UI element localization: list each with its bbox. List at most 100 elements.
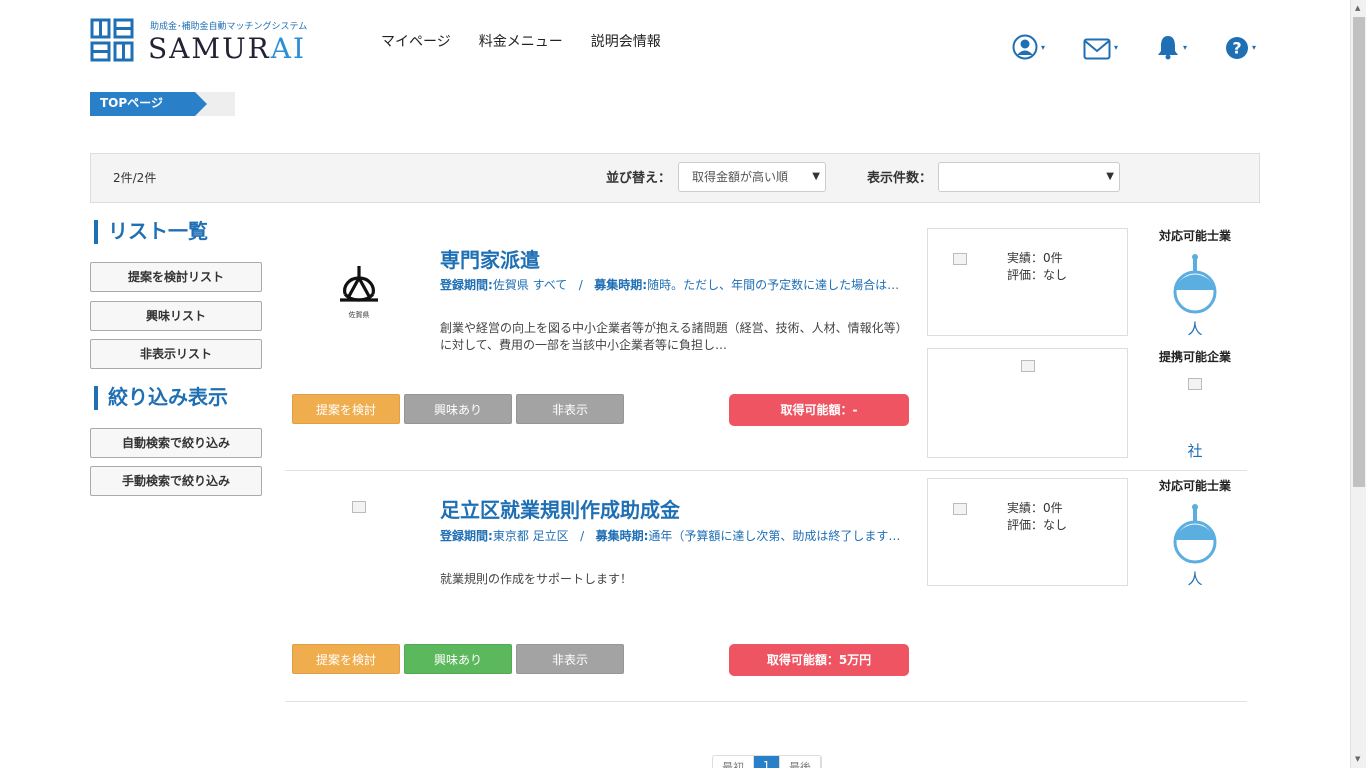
logo-caption: 佐賀県 xyxy=(348,311,370,319)
recruit-label: 募集時期: xyxy=(595,529,649,543)
broken-image-icon xyxy=(953,503,967,515)
user-icon xyxy=(1012,34,1038,60)
period-value: 東京都 足立区 xyxy=(492,529,569,543)
logo-subtitle: 助成金･補助金自動マッチングシステム xyxy=(150,22,308,32)
page-last[interactable]: 最後 xyxy=(780,756,821,768)
grant-description: 創業や経営の向上を図る中小企業者等が抱える諸問題（経営、技術、人材、情報化等）に… xyxy=(440,321,908,352)
interest-button[interactable]: 興味あり xyxy=(404,644,512,674)
logo-mark-icon xyxy=(90,18,134,62)
per-page-select[interactable]: ▼ xyxy=(938,162,1120,192)
nav-pricing[interactable]: 料金メニュー xyxy=(479,31,563,51)
scrollbar-thumb[interactable] xyxy=(1353,17,1365,487)
notification-menu[interactable]: ▾ xyxy=(1156,30,1187,60)
sort-select[interactable]: 取得金額が高い順 ▼ xyxy=(678,162,826,192)
grant-meta: 登録期間:佐賀県 すべて / 募集時期:随時。ただし、年間の予定数に達した場合は… xyxy=(440,277,910,294)
hide-button[interactable]: 非表示 xyxy=(516,644,624,674)
page-current[interactable]: 1 xyxy=(754,756,780,768)
support-experts-unit: 人 xyxy=(1187,320,1203,338)
logo-wordmark-b: AI xyxy=(270,32,307,65)
sort-label: 並び替え： xyxy=(606,171,672,186)
available-amount: 取得可能額：5万円 xyxy=(729,644,909,676)
flask-icon xyxy=(1173,504,1217,564)
vertical-scrollbar[interactable]: ▲ ▼ xyxy=(1350,0,1366,768)
svg-text:?: ? xyxy=(1232,39,1241,58)
logo-wordmark-a: SAMUR xyxy=(148,32,271,65)
support-experts-label: 対応可能士業 xyxy=(1158,479,1231,493)
mail-menu[interactable]: ▾ xyxy=(1083,30,1118,60)
question-icon: ? xyxy=(1226,37,1249,59)
page: 助成金･補助金自動マッチングシステム SAMURAI マイページ 料金メニュー … xyxy=(0,0,1366,768)
stat-results: 実績：0件 xyxy=(1007,501,1063,515)
hide-button[interactable]: 非表示 xyxy=(516,394,624,424)
grant-card: 足立区就業規則作成助成金 登録期間:東京都 足立区 / 募集時期:通年（予算額に… xyxy=(285,471,1247,702)
stat-results: 実績：0件 xyxy=(1007,251,1063,265)
scroll-up-icon[interactable]: ▲ xyxy=(1355,4,1360,12)
page-first[interactable]: 最初 xyxy=(713,756,754,768)
nav-seminar[interactable]: 説明会情報 xyxy=(591,31,661,51)
expert-stats-box: 実績：0件 評価：なし xyxy=(927,478,1128,586)
broken-image-icon xyxy=(352,501,366,513)
filter-bar: 2件/2件 並び替え： 取得金額が高い順 ▼ 表示件数： ▼ xyxy=(90,153,1260,203)
support-experts-label: 対応可能士業 xyxy=(1158,229,1231,243)
grant-card: 佐賀県 専門家派遣 登録期間:佐賀県 すべて / 募集時期:随時。ただし、年間の… xyxy=(285,220,1247,471)
filter-heading: 絞り込み表示 xyxy=(94,386,228,410)
interest-list-button[interactable]: 興味リスト xyxy=(90,301,262,331)
recruit-label: 募集時期: xyxy=(594,278,648,292)
available-amount: 取得可能額：- xyxy=(729,394,909,426)
expert-stats-box: 実績：0件 評価：なし xyxy=(927,228,1128,336)
scroll-down-icon[interactable]: ▼ xyxy=(1355,755,1360,763)
consider-list-button[interactable]: 提案を検討リスト xyxy=(90,262,262,292)
per-page-label: 表示件数： xyxy=(867,171,933,186)
recruit-value: 随時。ただし、年間の予定数に達した場合は… xyxy=(647,278,900,292)
flask-icon xyxy=(1173,254,1217,314)
chevron-down-icon: ▾ xyxy=(1114,43,1119,52)
breadcrumb: TOPページ xyxy=(90,92,235,116)
header-icons: ▾ ▾ ▾ ? ▾ xyxy=(1012,30,1294,60)
logo-wordmark: SAMURAI xyxy=(148,32,306,65)
dropdown-arrow-icon: ▼ xyxy=(1106,171,1114,182)
broken-image-icon xyxy=(1021,360,1035,372)
consider-button[interactable]: 提案を検討 xyxy=(292,644,400,674)
grant-title[interactable]: 足立区就業規則作成助成金 xyxy=(440,494,680,523)
grant-meta: 登録期間:東京都 足立区 / 募集時期:通年（予算額に達し次第、助成は終了します… xyxy=(440,528,910,545)
result-count: 2件/2件 xyxy=(113,171,157,185)
partner-image-box xyxy=(927,348,1128,458)
support-experts-unit: 人 xyxy=(1187,570,1203,588)
broken-image-icon xyxy=(1188,378,1202,390)
consider-button[interactable]: 提案を検討 xyxy=(292,394,400,424)
sort-select-value: 取得金額が高い順 xyxy=(692,170,789,184)
broken-image-icon xyxy=(953,253,967,265)
chevron-down-icon: ▾ xyxy=(1041,43,1046,52)
stat-rating: 評価：なし xyxy=(1007,268,1068,282)
auto-filter-button[interactable]: 自動検索で絞り込み xyxy=(90,428,262,458)
period-label: 登録期間: xyxy=(440,529,493,543)
user-menu[interactable]: ▾ xyxy=(1012,30,1045,60)
period-label: 登録期間: xyxy=(440,278,493,292)
main-nav: マイページ 料金メニュー 説明会情報 xyxy=(381,31,689,51)
chevron-down-icon: ▾ xyxy=(1183,43,1188,52)
separator: / xyxy=(580,529,585,543)
period-value: 佐賀県 すべて xyxy=(492,278,568,292)
separator: / xyxy=(578,278,583,292)
manual-filter-button[interactable]: 手動検索で絞り込み xyxy=(90,466,262,496)
partner-companies-unit: 社 xyxy=(1187,442,1203,460)
samurai-logo[interactable]: 助成金･補助金自動マッチングシステム SAMURAI xyxy=(90,18,310,65)
stat-rating: 評価：なし xyxy=(1007,518,1068,532)
mail-icon xyxy=(1083,38,1111,60)
saga-emblem-icon xyxy=(340,266,378,302)
grant-title[interactable]: 専門家派遣 xyxy=(440,244,540,273)
recruit-value: 通年（予算額に達し次第、助成は終了します… xyxy=(648,529,901,543)
grant-description: 就業規則の作成をサポートします！ xyxy=(440,572,633,586)
partner-companies-label: 提携可能企業 xyxy=(1158,350,1231,364)
hidden-list-button[interactable]: 非表示リスト xyxy=(90,339,262,369)
help-menu[interactable]: ? ▾ xyxy=(1225,30,1256,60)
breadcrumb-top[interactable]: TOPページ xyxy=(90,92,207,116)
dropdown-arrow-icon: ▼ xyxy=(812,171,820,182)
pagination: 最初 1 最後 xyxy=(712,755,822,768)
interest-button[interactable]: 興味あり xyxy=(404,394,512,424)
nav-mypage[interactable]: マイページ xyxy=(381,31,451,51)
bell-icon xyxy=(1158,36,1179,60)
chevron-down-icon: ▾ xyxy=(1252,43,1257,52)
list-heading: リスト一覧 xyxy=(94,220,208,244)
saga-prefecture-logo: 佐賀県 xyxy=(335,262,383,322)
